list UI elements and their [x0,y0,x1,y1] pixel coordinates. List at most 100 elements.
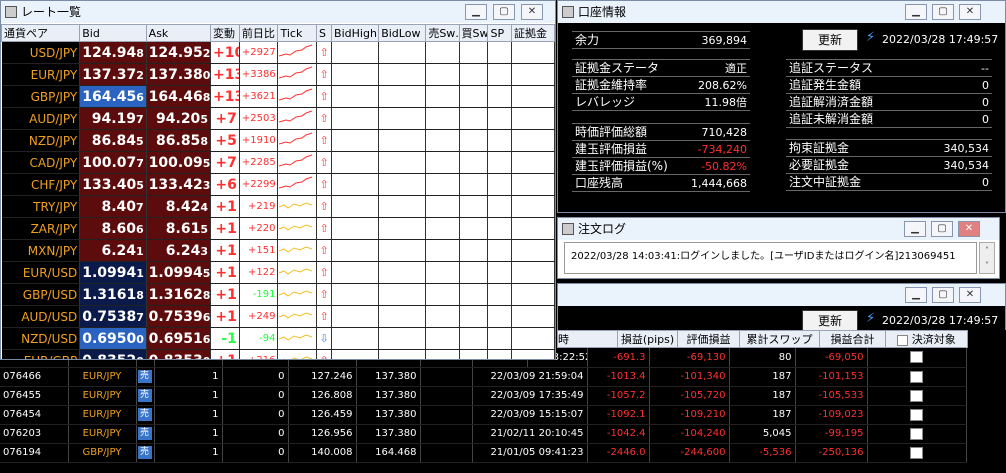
maximize-button[interactable]: ▢ [932,4,954,20]
rate-row[interactable]: ZAR/JPY 8.606 8.615 +1 +220 ⇧ 8.606 8.361 -120 90… [1,217,555,240]
settle-checkbox[interactable] [910,389,924,402]
rate-col-header[interactable]: 買Sw… [458,24,489,42]
rate-row[interactable]: EUR/USD 1.09941 1.09945 +1 +122 ⇧ 1.09992 1.094… [1,261,555,284]
close-button[interactable]: ✕ [959,4,981,20]
ask-cell[interactable]: 0.69516 [146,327,211,350]
ask-cell[interactable]: 124.952 [146,41,211,64]
rate-col-header[interactable]: SP [487,24,513,42]
rate-col-header[interactable]: Ask [145,24,211,42]
bid-cell[interactable]: 164.456 [79,85,147,108]
bid-cell[interactable]: 0.75387 [79,305,147,328]
pair-name[interactable]: EUR/USD [1,261,81,284]
positions-titlebar[interactable]: ▁ ▢ ✕ [558,284,1005,306]
rate-col-header[interactable]: Bid [79,24,147,42]
bid-cell[interactable]: 86.845 [79,129,147,152]
settle-checkbox[interactable] [910,351,924,364]
rate-row[interactable]: NZD/USD 0.69500 0.69516 -1 -94 ⇩ 0.69632 0.6926… [1,327,555,350]
rate-row[interactable]: EUR/JPY137.372137.380+13+3386⇧137.372133… [1,63,555,86]
rate-row[interactable]: EUR/GBP0.835200.83530+1+216⇧0.835530.832… [1,349,555,359]
close-button[interactable]: ✕ [521,4,543,20]
settle-checkbox[interactable] [910,408,924,421]
pair-name[interactable]: EUR/GBP [1,349,81,359]
account-refresh-button[interactable]: 更新 [802,29,858,51]
minimize-button[interactable]: ▁ [465,4,487,20]
settle-cell[interactable] [867,443,967,463]
rate-col-header[interactable]: 通貨ペア [1,24,81,42]
log-scrollbar[interactable]: ˄ ˅ [979,242,995,274]
rate-row[interactable]: MXN/JPY 6.241 6.243 +1 +151 ⇧ 6.241 6.078 -120 90… [1,239,555,262]
rate-row[interactable]: CHF/JPY 133.405 133.423 +6 +2299 ⇧ 133.405 131.… [1,173,555,196]
ask-cell[interactable]: 86.858 [146,129,211,152]
pair-name[interactable]: NZD/USD [1,327,81,350]
rate-row[interactable]: USD/JPY124.948124.952+10+2927⇧124.948122… [1,41,555,64]
bid-cell[interactable]: 133.405 [79,173,147,196]
rate-row[interactable]: AUD/USD 0.75387 0.75396 +1 +249 ⇧ 0.75396 0.749… [1,305,555,328]
ask-cell[interactable]: 6.243 [146,239,211,262]
bid-cell[interactable]: 6.241 [79,239,147,262]
close-button[interactable]: ✕ [959,287,981,303]
rate-row[interactable]: TRY/JPY 8.407 8.424 +1 +219 ⇧ 8.408 8.190 -20 17 1… [1,195,555,218]
pair-name[interactable]: NZD/JPY [1,129,81,152]
rate-row[interactable]: GBP/JPY164.456164.468+13+3621⇧164.456160… [1,85,555,108]
bid-cell[interactable]: 1.31618 [79,283,147,306]
col-pips[interactable]: 損益(pips) [617,330,678,348]
order-log-text[interactable]: 2022/03/28 14:03:41:ログインしました。[ユーザIDまたはログ… [564,242,977,274]
rate-col-header[interactable]: BidLow [378,24,427,42]
ask-cell[interactable]: 1.31628 [146,283,211,306]
ask-cell[interactable]: 137.380 [146,63,211,86]
rate-row[interactable]: AUD/JPY 94.197 94.205 +7 +2503 ⇧ 94.197 91.612-… [1,107,555,130]
ask-cell[interactable]: 94.205 [146,107,211,130]
bid-cell[interactable]: 0.69500 [79,327,147,350]
settle-cell[interactable] [867,348,967,368]
ask-cell[interactable]: 0.83530 [146,349,211,359]
ask-cell[interactable]: 1.09945 [146,261,211,284]
pair-name[interactable]: USD/JPY [1,41,81,64]
bid-cell[interactable]: 94.197 [79,107,147,130]
col-settle[interactable]: 決済対象 [885,330,968,348]
pair-name[interactable]: AUD/JPY [1,107,81,130]
minimize-button[interactable]: ▁ [905,4,927,20]
pair-name[interactable]: TRY/JPY [1,195,81,218]
minimize-button[interactable]: ▁ [904,221,926,237]
settle-cell[interactable] [867,405,967,425]
rate-col-header[interactable]: 証拠金 [511,24,555,42]
settle-cell[interactable] [867,367,967,387]
ask-cell[interactable]: 164.468 [146,85,211,108]
table-row[interactable]: 076466 EUR/JPY 売 1 0 127.246 137.380 22/03/09 2… [0,367,967,387]
positions-refresh-button[interactable]: 更新 [802,310,858,332]
settle-checkbox[interactable] [910,427,924,440]
ask-cell[interactable]: 8.424 [146,195,211,218]
pair-name[interactable]: AUD/USD [1,305,81,328]
col-time[interactable]: 時 [557,330,618,348]
table-row[interactable]: 076203 EUR/JPY 売 1 0 126.956 137.380 21/02/11 2… [0,424,967,444]
maximize-button[interactable]: ▢ [931,221,953,237]
col-total[interactable]: 損益合計 [819,330,886,348]
rate-col-header[interactable]: Tick [277,24,318,42]
bid-cell[interactable]: 124.948 [79,41,147,64]
pair-name[interactable]: CAD/JPY [1,151,81,174]
minimize-button[interactable]: ▁ [905,287,927,303]
rate-col-header[interactable]: BidHigh [331,24,380,42]
settle-cell[interactable] [867,386,967,406]
rate-col-header[interactable]: 売Sw… [425,24,460,42]
rate-col-header[interactable]: 前日比 [238,24,279,42]
bid-cell[interactable]: 8.606 [79,217,147,240]
maximize-button[interactable]: ▢ [932,287,954,303]
ask-cell[interactable]: 133.423 [146,173,211,196]
pair-name[interactable]: EUR/JPY [1,63,81,86]
table-row[interactable]: 076454 EUR/JPY 売 1 0 126.459 137.380 22/03/09 1… [0,405,967,425]
rate-row[interactable]: CAD/JPY 100.077 100.095 +7 +2285 ⇧ 100.077 97.7… [1,151,555,174]
rate-row[interactable]: NZD/JPY 86.845 86.858 +5 +1910 ⇧ 86.845 84.851-… [1,129,555,152]
pair-name[interactable]: MXN/JPY [1,239,81,262]
settle-cell[interactable] [867,424,967,444]
settle-checkbox[interactable] [910,446,924,459]
rate-row[interactable]: GBP/USD 1.31618 1.31628 +1 -191 ⇧ 1.31797 1.313… [1,283,555,306]
rate-col-header[interactable]: S [316,24,333,42]
pair-name[interactable]: CHF/JPY [1,173,81,196]
bid-cell[interactable]: 1.09941 [79,261,147,284]
col-pl[interactable]: 評価損益 [677,330,740,348]
table-row[interactable]: 076194 GBP/JPY 売 1 0 140.008 164.468 21/01/05 0… [0,443,967,463]
close-button[interactable]: ✕ [958,221,980,237]
account-titlebar[interactable]: 口座情報 ▁ ▢ ✕ [558,1,1005,23]
bid-cell[interactable]: 8.407 [79,195,147,218]
